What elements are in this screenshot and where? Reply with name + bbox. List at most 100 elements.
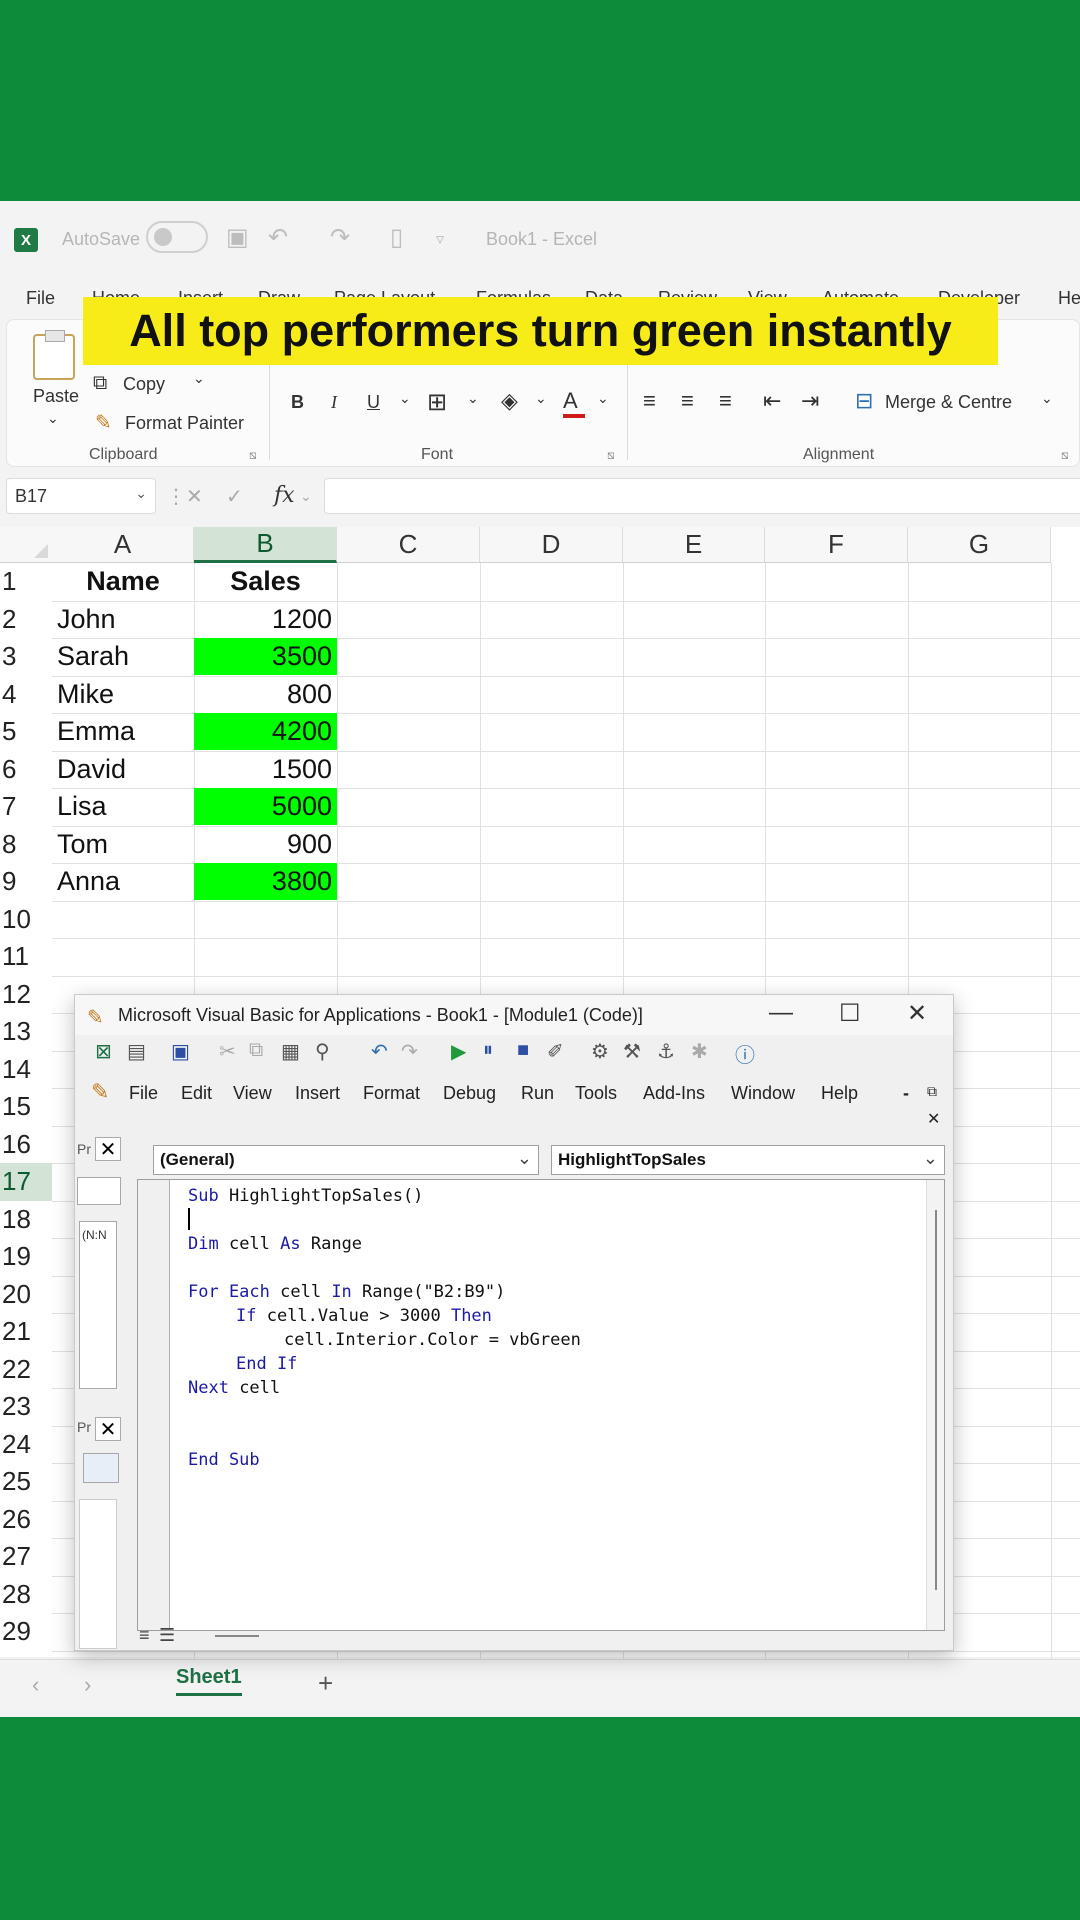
cell-name[interactable]: Emma bbox=[52, 713, 194, 750]
row-header[interactable]: 13 bbox=[0, 1013, 52, 1051]
code-line[interactable]: Sub HighlightTopSales() bbox=[188, 1186, 423, 1206]
insert-userform-icon[interactable]: ▤ bbox=[127, 1039, 146, 1064]
vba-menu-edit[interactable]: Edit bbox=[181, 1083, 212, 1104]
cell-sales[interactable]: 3800 bbox=[194, 863, 337, 900]
project-tree[interactable]: (N:N bbox=[79, 1221, 117, 1389]
row-header[interactable]: 16 bbox=[0, 1126, 52, 1164]
help-icon[interactable]: ⓘ bbox=[735, 1039, 755, 1068]
underline-button[interactable]: U bbox=[367, 392, 380, 413]
reset-icon[interactable]: ■ bbox=[517, 1039, 529, 1062]
row-header[interactable]: 24 bbox=[0, 1426, 52, 1464]
row-header[interactable]: 22 bbox=[0, 1351, 52, 1389]
row-header[interactable]: 10 bbox=[0, 901, 52, 939]
row-header[interactable]: 12 bbox=[0, 976, 52, 1014]
borders-dropdown-icon[interactable]: ⌄ bbox=[467, 390, 479, 407]
vba-menu-run[interactable]: Run bbox=[521, 1083, 554, 1104]
insert-function-button[interactable]: fx bbox=[274, 483, 295, 508]
copy-icon[interactable]: ⧉ bbox=[249, 1039, 263, 1062]
prev-sheet-icon[interactable]: ‹ bbox=[32, 1672, 39, 1698]
redo-icon[interactable]: ↷ bbox=[401, 1039, 418, 1064]
cell-name[interactable]: Sarah bbox=[52, 638, 194, 675]
child-minimize-icon[interactable]: - bbox=[903, 1083, 909, 1104]
find-icon[interactable]: ⚲ bbox=[315, 1039, 330, 1064]
cell-name[interactable]: Mike bbox=[52, 676, 194, 713]
undo-icon[interactable]: ↶ bbox=[371, 1039, 388, 1064]
code-line[interactable]: For Each cell In Range("B2:B9") bbox=[188, 1282, 505, 1302]
font-color-dropdown-icon[interactable]: ⌄ bbox=[597, 390, 609, 407]
increase-indent-icon[interactable]: ⇥ bbox=[801, 388, 819, 414]
row-header[interactable]: 29 bbox=[0, 1613, 52, 1651]
cut-icon[interactable]: ✂ bbox=[219, 1039, 236, 1064]
customize-icon[interactable]: ▿ bbox=[436, 229, 444, 249]
vba-menu-view[interactable]: View bbox=[233, 1083, 272, 1104]
row-header[interactable]: 5 bbox=[0, 713, 52, 751]
row-header[interactable]: 9 bbox=[0, 863, 52, 901]
fill-color-icon[interactable]: ◈ bbox=[501, 388, 518, 414]
row-header[interactable]: 3 bbox=[0, 638, 52, 676]
formula-input[interactable] bbox=[324, 478, 1080, 514]
view-excel-icon[interactable]: ⊠ bbox=[95, 1039, 112, 1064]
project-pane-close-icon[interactable]: ✕ bbox=[95, 1137, 121, 1161]
column-header-e[interactable]: E bbox=[623, 527, 765, 563]
code-scrollbar[interactable] bbox=[926, 1180, 944, 1630]
row-header[interactable]: 19 bbox=[0, 1238, 52, 1276]
row-header[interactable]: 7 bbox=[0, 788, 52, 826]
code-line[interactable]: cell.Interior.Color = vbGreen bbox=[284, 1330, 581, 1350]
vba-menu-icon[interactable]: ✎ bbox=[91, 1079, 109, 1105]
tab-help[interactable]: He bbox=[1058, 288, 1080, 309]
minimize-icon[interactable]: — bbox=[769, 999, 793, 1027]
cell-sales[interactable]: 900 bbox=[194, 826, 337, 863]
name-box-dropdown-icon[interactable]: ⌄ bbox=[135, 485, 147, 502]
code-editor[interactable]: Sub HighlightTopSales() Dim cell As Rang… bbox=[137, 1179, 945, 1631]
align-left-icon[interactable]: ≡ bbox=[643, 388, 656, 414]
design-mode-icon[interactable]: ✐ bbox=[547, 1039, 564, 1064]
column-header-c[interactable]: C bbox=[337, 527, 480, 563]
toolbox-icon[interactable]: ✱ bbox=[691, 1039, 708, 1064]
vba-menu-file[interactable]: File bbox=[129, 1083, 158, 1104]
row-header[interactable]: 6 bbox=[0, 751, 52, 789]
column-header-g[interactable]: G bbox=[908, 527, 1051, 563]
underline-dropdown-icon[interactable]: ⌄ bbox=[399, 390, 411, 407]
vba-menu-format[interactable]: Format bbox=[363, 1083, 420, 1104]
row-header[interactable]: 18 bbox=[0, 1201, 52, 1239]
close-icon[interactable]: ✕ bbox=[907, 999, 927, 1028]
column-header-a[interactable]: A bbox=[52, 527, 194, 563]
fill-dropdown-icon[interactable]: ⌄ bbox=[535, 390, 547, 407]
format-painter-button[interactable]: Format Painter bbox=[125, 413, 244, 434]
properties-list[interactable] bbox=[79, 1499, 117, 1649]
enter-icon[interactable]: ✓ bbox=[226, 484, 243, 509]
vba-menu-window[interactable]: Window bbox=[731, 1083, 795, 1104]
cell-sales[interactable]: 1200 bbox=[194, 601, 337, 638]
row-header[interactable]: 25 bbox=[0, 1463, 52, 1501]
child-close-icon[interactable]: ✕ bbox=[927, 1109, 940, 1129]
clipboard-launcher-icon[interactable]: ⧅ bbox=[249, 448, 257, 463]
object-combo[interactable]: (General) ⌄ bbox=[153, 1145, 539, 1175]
code-line[interactable]: Dim cell As Range bbox=[188, 1234, 362, 1254]
italic-button[interactable]: I bbox=[331, 392, 337, 413]
code-line[interactable]: If cell.Value > 3000 Then bbox=[236, 1306, 492, 1326]
copy-dropdown-icon[interactable]: ⌄ bbox=[193, 370, 205, 387]
code-line[interactable]: End Sub bbox=[188, 1450, 260, 1470]
column-header-f[interactable]: F bbox=[765, 527, 908, 563]
row-header[interactable]: 20 bbox=[0, 1276, 52, 1314]
cell-sales[interactable]: 800 bbox=[194, 676, 337, 713]
child-restore-icon[interactable]: ⧉ bbox=[927, 1083, 937, 1100]
row-header[interactable]: 15 bbox=[0, 1088, 52, 1126]
name-box[interactable]: B17 ⌄ bbox=[6, 478, 156, 514]
vba-menu-tools[interactable]: Tools bbox=[575, 1083, 617, 1104]
align-center-icon[interactable]: ≡ bbox=[681, 388, 694, 414]
copy-button[interactable]: Copy bbox=[123, 374, 165, 395]
next-sheet-icon[interactable]: › bbox=[84, 1672, 91, 1698]
sheet-tab-sheet1[interactable]: Sheet1 bbox=[176, 1666, 242, 1696]
column-header-d[interactable]: D bbox=[480, 527, 623, 563]
break-icon[interactable]: ⏸ bbox=[483, 1039, 493, 1062]
cell-sales[interactable]: 3500 bbox=[194, 638, 337, 675]
row-header[interactable]: 1 bbox=[0, 563, 52, 601]
cell-sales[interactable]: 5000 bbox=[194, 788, 337, 825]
row-header[interactable]: 8 bbox=[0, 826, 52, 864]
row-header[interactable]: 28 bbox=[0, 1576, 52, 1614]
cell-sales[interactable]: 4200 bbox=[194, 713, 337, 750]
row-header[interactable]: 21 bbox=[0, 1313, 52, 1351]
tab-file[interactable]: File bbox=[26, 288, 55, 309]
run-icon[interactable]: ▶ bbox=[451, 1039, 466, 1064]
